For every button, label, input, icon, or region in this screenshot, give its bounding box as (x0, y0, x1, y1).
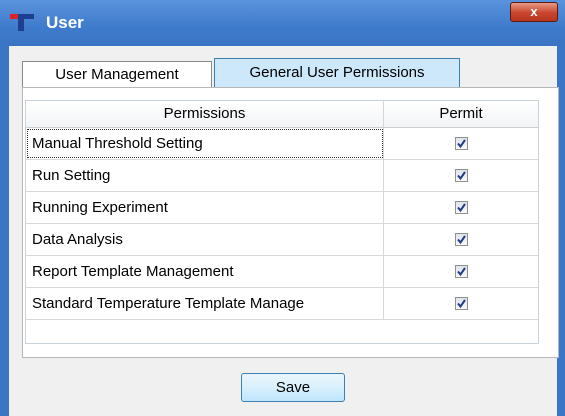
close-button[interactable]: x (510, 2, 558, 22)
checkmark-icon (456, 235, 466, 245)
permission-name-cell[interactable]: Data Analysis (26, 224, 384, 255)
table-row[interactable]: Run Setting (26, 160, 538, 192)
permit-cell (384, 192, 538, 223)
save-button[interactable]: Save (241, 373, 345, 402)
table-row[interactable]: Manual Threshold Setting (26, 128, 538, 160)
permit-checkbox[interactable] (454, 233, 468, 246)
window-title: User (46, 13, 84, 32)
permit-checkbox[interactable] (454, 265, 468, 278)
permit-cell (384, 224, 538, 255)
permit-checkbox[interactable] (454, 137, 468, 150)
checkmark-icon (456, 299, 466, 309)
permission-name-cell[interactable]: Manual Threshold Setting (26, 128, 384, 159)
permission-name-cell[interactable]: Run Setting (26, 160, 384, 191)
table-row[interactable]: Data Analysis (26, 224, 538, 256)
permit-cell (384, 128, 538, 159)
title-bar[interactable]: User x (0, 0, 565, 46)
tab-user-management[interactable]: User Management (22, 61, 212, 88)
permit-checkbox[interactable] (454, 297, 468, 310)
table-row[interactable]: Report Template Management (26, 256, 538, 288)
permission-name-cell[interactable]: Standard Temperature Template Manage (26, 288, 384, 319)
column-header-permissions[interactable]: Permissions (26, 101, 384, 127)
user-window: User x User Management General User Perm… (0, 0, 565, 416)
permit-cell (384, 288, 538, 319)
permit-cell (384, 160, 538, 191)
permit-cell (384, 256, 538, 287)
checkmark-icon (456, 139, 466, 149)
grid-header: Permissions Permit (26, 101, 538, 128)
column-header-permit[interactable]: Permit (384, 101, 538, 127)
checkmark-icon (456, 203, 466, 213)
permit-checkbox[interactable] (454, 201, 468, 214)
app-logo-icon (10, 14, 34, 31)
checkmark-icon (456, 171, 466, 181)
permit-checkbox[interactable] (454, 169, 468, 182)
permission-name-cell[interactable]: Report Template Management (26, 256, 384, 287)
table-row[interactable]: Standard Temperature Template Manage (26, 288, 538, 320)
permissions-grid: Permissions Permit Manual Threshold Sett… (25, 100, 539, 344)
tab-general-user-permissions[interactable]: General User Permissions (214, 58, 460, 88)
permission-name-cell[interactable]: Running Experiment (26, 192, 384, 223)
dialog-content: User Management General User Permissions… (9, 46, 559, 416)
table-row[interactable]: Running Experiment (26, 192, 538, 224)
checkmark-icon (456, 267, 466, 277)
